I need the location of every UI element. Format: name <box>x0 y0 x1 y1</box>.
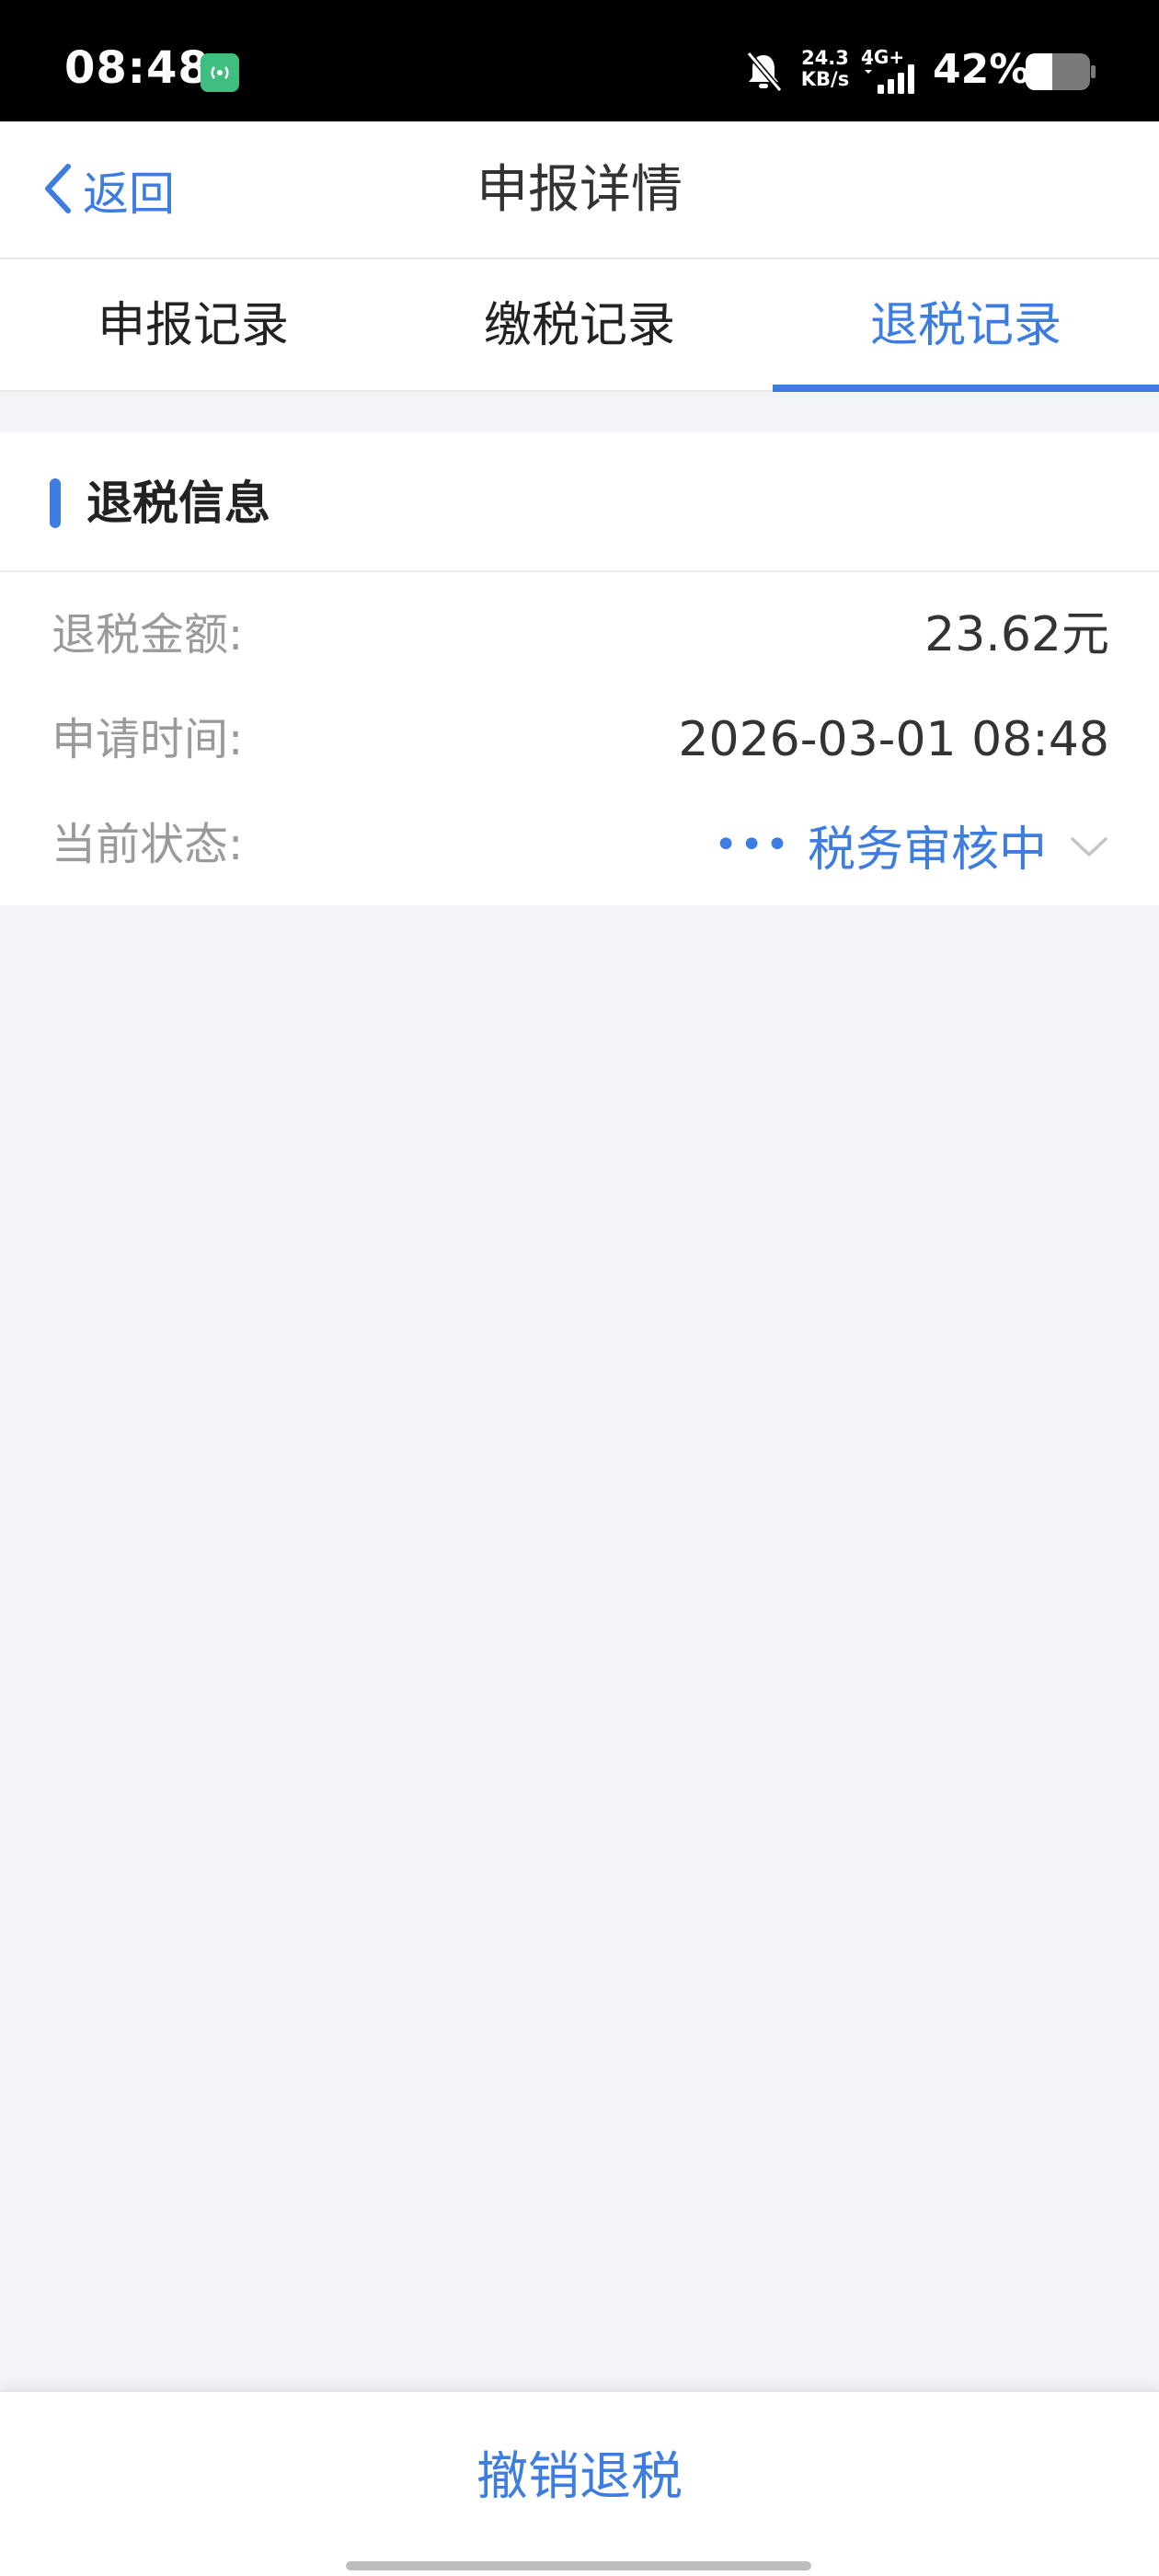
refund-amount-value: 23.62元 <box>924 607 1109 662</box>
refund-amount-row: 退税金额: 23.62元 <box>0 589 1159 681</box>
apply-time-row: 申请时间: 2026-03-01 08:48 <box>0 694 1159 786</box>
status-expand-toggle[interactable]: ••• 税务审核中 <box>714 811 1109 878</box>
status-bar: 08:48 24.3 KB/s 4G+ 42% <box>0 0 1159 121</box>
tab-declaration-records[interactable]: 申报记录 <box>0 259 386 390</box>
mute-bell-icon <box>743 50 784 98</box>
cancel-refund-button[interactable]: 撤销退税 <box>0 2392 1159 2563</box>
page-title: 申报详情 <box>476 160 683 220</box>
current-status-row: 当前状态: ••• 税务审核中 <box>0 799 1159 891</box>
section-accent-bar <box>50 478 61 528</box>
current-status-value: 税务审核中 <box>807 822 1047 878</box>
hotspot-icon <box>201 53 239 92</box>
bottom-action-bar: 撤销退税 <box>0 2390 1159 2576</box>
net-speed-unit: KB/s <box>800 68 850 90</box>
refund-info-card: 退税信息 退税金额: 23.62元 申请时间: 2026-03-01 08:48… <box>0 432 1159 905</box>
net-speed-value: 24.3 <box>801 47 849 69</box>
refund-amount-label: 退税金额: <box>52 609 244 661</box>
tab-bar: 申报记录 缴税记录 退税记录 <box>0 259 1159 392</box>
signal-icon <box>861 61 924 98</box>
tab-payment-records[interactable]: 缴税记录 <box>386 259 773 390</box>
apply-time-value: 2026-03-01 08:48 <box>678 712 1109 767</box>
home-indicator[interactable] <box>346 2561 811 2570</box>
current-status-label: 当前状态: <box>52 819 244 870</box>
status-time: 08:48 <box>64 42 210 94</box>
more-dots-icon: ••• <box>714 821 791 868</box>
section-title: 退税信息 <box>86 477 270 530</box>
tab-refund-records[interactable]: 退税记录 <box>773 259 1159 392</box>
net-speed: 24.3 KB/s <box>795 48 855 90</box>
battery-percentage: 42% <box>933 46 1030 93</box>
chevron-down-icon <box>1069 817 1109 872</box>
battery-icon <box>1025 52 1096 96</box>
section-header: 退税信息 <box>0 432 1159 572</box>
apply-time-label: 申请时间: <box>52 714 244 765</box>
nav-bar: 返回 申报详情 <box>0 121 1159 259</box>
